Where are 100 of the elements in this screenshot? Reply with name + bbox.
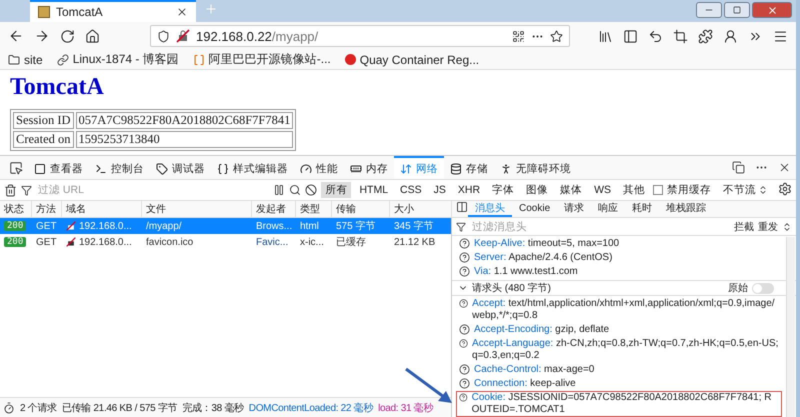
close-icon[interactable] [778,161,791,174]
close-window-button[interactable] [752,2,792,18]
type-filter[interactable]: 其他 [619,182,649,198]
devtools-tab[interactable]: 存储 [444,156,494,179]
trash-icon[interactable] [4,184,17,196]
bookmark[interactable]: Quay Container Reg... [344,52,480,66]
table-cell-text: 345 字节 [393,220,434,234]
type-filter[interactable]: 媒体 [556,182,586,198]
filter-icon [456,222,466,232]
crop-icon[interactable] [673,28,688,44]
throttle-select[interactable]: 不节流 [723,183,756,197]
table-cell: 1595253713840 [76,131,294,148]
qr-code-icon[interactable] [512,30,525,42]
type-filter[interactable]: 所有 [321,182,352,198]
help-icon[interactable] [459,378,470,389]
account-icon[interactable] [723,28,738,44]
forward-icon[interactable] [34,28,50,44]
star-icon[interactable] [550,30,563,42]
type-filter[interactable]: HTML [355,183,392,197]
resend-button[interactable]: 重发 [758,220,778,234]
help-icon[interactable] [459,238,470,249]
table-cell-text: html [299,220,320,234]
dock-icon[interactable] [732,161,745,174]
devtools-tab[interactable]: 调试器 [150,156,211,179]
detail-tab[interactable]: 消息头 [468,201,512,217]
request-row[interactable]: 200 GET 192.168.0... /myapp/ Brows... html 575 字节 345 字节 [0,218,451,234]
table-cell-text: Brows... [255,220,294,234]
minimize-button[interactable] [696,2,722,18]
column-header[interactable]: 方法 [32,201,62,218]
column-header[interactable]: 发起者 [252,201,296,218]
table-cell-text: Favic... [255,236,290,250]
maximize-button[interactable] [724,2,750,18]
up-down-icon[interactable] [782,222,792,232]
devtools-tab[interactable]: 网络 [394,156,444,179]
column-header[interactable]: 状态 [0,201,32,218]
extension-icon[interactable] [698,28,713,44]
help-icon[interactable] [459,392,468,403]
link-icon [56,54,69,66]
column-header[interactable]: 大小 [390,201,452,218]
detail-tab[interactable]: 请求 [557,201,592,217]
help-icon[interactable] [459,338,468,349]
raw-toggle[interactable] [752,282,774,294]
type-filter[interactable]: XHR [454,183,484,197]
section-title: 请求头 (480 字节) [472,282,551,295]
type-filter[interactable]: CSS [396,183,426,197]
type-filter[interactable]: 字体 [488,182,518,198]
devtools-tab[interactable]: 性能 [294,156,344,179]
picker-icon[interactable] [9,160,23,174]
maximize-icon [733,6,741,14]
table-cell-text: 21.12 KB [393,236,436,250]
block-button[interactable]: 拦截 [734,220,754,234]
help-icon[interactable] [459,298,468,309]
address-bar[interactable]: 192.168.0.22/myapp/ [150,25,570,47]
bookmark[interactable]: Linux-1874 - 博客园 [56,51,179,68]
type-filter[interactable]: WS [590,183,615,197]
console-icon [95,162,107,174]
menu-icon[interactable] [773,28,788,44]
pause-icon[interactable] [273,184,286,196]
bookmark[interactable]: 阿里巴巴开源镜像站-... [192,51,331,68]
detail-tab[interactable]: 堆栈跟踪 [659,201,714,217]
up-down-icon[interactable] [758,185,768,195]
column-header[interactable]: 传输 [332,201,390,218]
table-cell: 057A7C98522F80A2018802C68F7F7841 [76,112,294,129]
sidebar-icon[interactable] [623,28,638,44]
help-icon[interactable] [459,364,470,375]
column-header[interactable]: 文件 [142,201,252,218]
status-text: DOMContentLoaded: 22 毫秒 [248,402,374,414]
undo-icon[interactable] [648,28,663,44]
checkbox[interactable] [653,185,663,195]
devtools-tab[interactable]: 内存 [344,156,394,179]
panel-toggle-icon[interactable] [456,201,468,213]
devtools-tab[interactable]: 无障碍环境 [494,156,577,179]
detail-tab[interactable]: 耗时 [625,201,660,217]
search-icon[interactable] [289,184,302,196]
column-header[interactable]: 域名 [62,201,142,218]
help-icon[interactable] [459,324,470,335]
detail-tab[interactable]: 响应 [591,201,626,217]
stopwatch-icon [3,402,15,414]
browser-tab[interactable]: TomcatA [30,0,196,22]
back-icon[interactable] [8,28,24,44]
close-icon[interactable] [176,6,188,18]
devtools-tab[interactable]: 样式编辑器 [211,156,294,179]
settings-icon[interactable] [778,182,792,196]
type-filter[interactable]: JS [430,183,450,197]
brackets-icon [192,54,205,66]
arrow-drawing [405,368,452,403]
type-filter[interactable]: 图像 [522,182,552,198]
help-icon[interactable] [459,266,470,277]
table-cell-text: 已缓存 [335,236,367,250]
devtools-tab[interactable]: 查看器 [28,156,89,179]
reload-icon[interactable] [60,28,75,44]
block-icon[interactable] [305,184,318,196]
bookmark[interactable]: site [8,52,43,66]
detail-tab[interactable]: Cookie [512,201,558,217]
devtools-tab[interactable]: 控制台 [89,156,150,179]
home-icon[interactable] [85,28,100,44]
library-icon[interactable] [598,28,613,44]
column-header[interactable]: 类型 [296,201,332,218]
page-heading: TomcatA [10,74,105,101]
help-icon[interactable] [459,252,470,263]
